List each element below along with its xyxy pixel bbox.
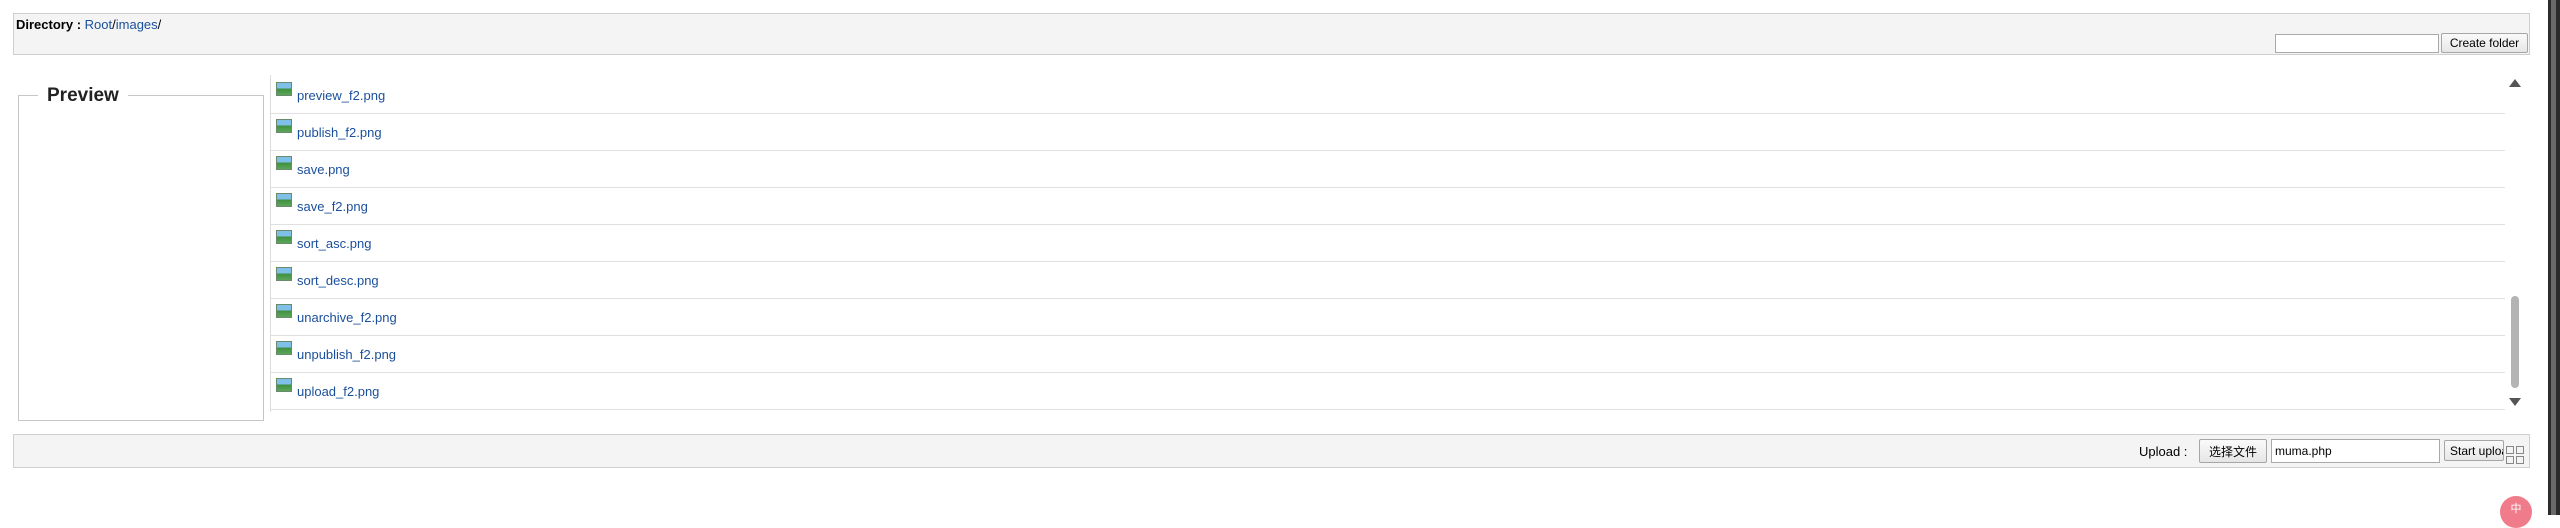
preview-panel: Preview xyxy=(18,85,264,421)
image-file-icon xyxy=(276,119,292,133)
image-file-icon xyxy=(276,378,292,392)
breadcrumb: Directory : Root/images/ xyxy=(16,17,161,32)
file-list-item[interactable]: unpublish_f2.png xyxy=(271,336,2505,373)
image-file-icon xyxy=(276,156,292,170)
upload-toolbar: Upload : 选择文件 Start upload xyxy=(13,434,2530,468)
file-name-link[interactable]: save_f2.png xyxy=(297,199,368,214)
start-upload-button[interactable]: Start upload xyxy=(2444,440,2504,461)
file-name-link[interactable]: unpublish_f2.png xyxy=(297,347,396,362)
image-file-icon xyxy=(276,193,292,207)
file-list-item[interactable]: publish_f2.png xyxy=(271,114,2505,151)
file-name-link[interactable]: publish_f2.png xyxy=(297,125,382,140)
image-file-icon xyxy=(276,267,292,281)
breadcrumb-root-link[interactable]: Root xyxy=(85,17,112,32)
image-file-icon xyxy=(276,82,292,96)
file-list-item[interactable]: upload_f2.png xyxy=(271,373,2505,410)
image-file-icon xyxy=(276,341,292,355)
file-name-link[interactable]: sort_asc.png xyxy=(297,236,371,251)
breadcrumb-images-link[interactable]: images xyxy=(116,17,158,32)
file-name-link[interactable]: preview_f2.png xyxy=(297,88,385,103)
file-list-scrollbar[interactable] xyxy=(2507,75,2523,412)
file-name-link[interactable]: unarchive_f2.png xyxy=(297,310,397,325)
scrollbar-thumb[interactable] xyxy=(2511,296,2519,388)
file-list-item[interactable]: preview_f2.png xyxy=(271,77,2505,114)
chevron-down-icon[interactable] xyxy=(2509,398,2521,406)
grid-icon[interactable] xyxy=(2505,445,2525,465)
file-list-item[interactable]: save.png xyxy=(271,151,2505,188)
file-list: preview_f2.png publish_f2.png save.png save… xyxy=(270,75,2505,412)
directory-toolbar: Directory : Root/images/ Create folder xyxy=(13,13,2530,55)
choose-file-button[interactable]: 选择文件 xyxy=(2199,439,2267,463)
file-list-item[interactable]: sort_desc.png xyxy=(271,262,2505,299)
breadcrumb-separator: / xyxy=(157,17,162,32)
image-file-icon xyxy=(276,230,292,244)
preview-legend: Preview xyxy=(38,85,128,107)
file-list-item[interactable]: save_f2.png xyxy=(271,188,2505,225)
directory-label: Directory : xyxy=(16,17,82,32)
file-name-link[interactable]: sort_desc.png xyxy=(297,273,379,288)
window-edge xyxy=(2548,0,2560,515)
file-list-item[interactable]: sort_asc.png xyxy=(271,225,2505,262)
create-folder-button[interactable]: Create folder xyxy=(2441,33,2528,53)
upload-label: Upload : xyxy=(2139,444,2188,459)
chevron-up-icon[interactable] xyxy=(2509,79,2521,87)
file-list-item[interactable]: unarchive_f2.png xyxy=(271,299,2505,336)
file-name-link[interactable]: upload_f2.png xyxy=(297,384,379,399)
image-file-icon xyxy=(276,304,292,318)
new-folder-name-input[interactable] xyxy=(2275,34,2439,53)
floating-badge[interactable]: 中 xyxy=(2500,496,2532,528)
file-name-link[interactable]: save.png xyxy=(297,162,350,177)
selected-file-field[interactable] xyxy=(2271,439,2440,463)
